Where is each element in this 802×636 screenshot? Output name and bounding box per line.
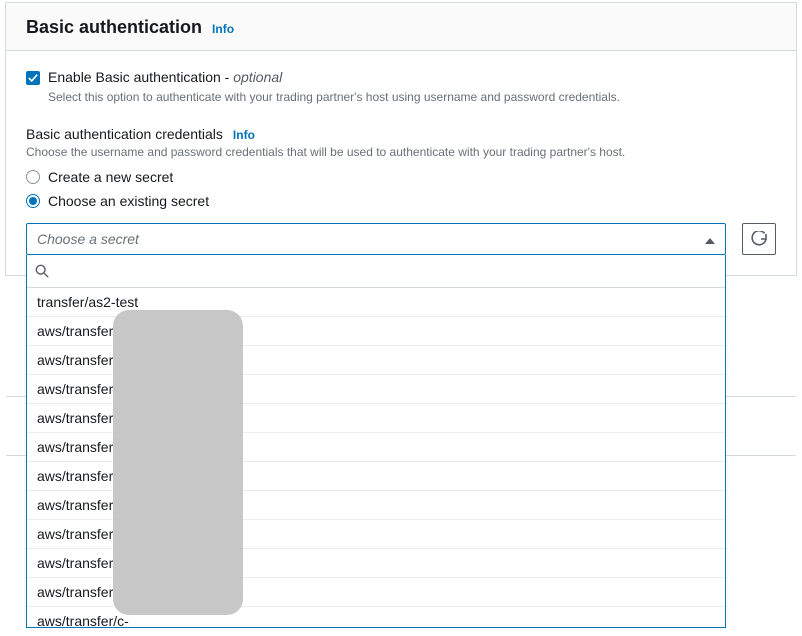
secret-select[interactable]: Choose a secret bbox=[26, 223, 726, 255]
radio-existing-label: Choose an existing secret bbox=[48, 193, 209, 209]
check-icon bbox=[28, 73, 38, 83]
radio-create-input[interactable] bbox=[26, 170, 40, 184]
search-icon bbox=[35, 264, 49, 278]
dropdown-search-input[interactable] bbox=[55, 260, 717, 282]
panel-header: Basic authentication Info bbox=[6, 3, 796, 51]
secret-select-placeholder: Choose a secret bbox=[37, 231, 139, 247]
radio-existing-secret[interactable]: Choose an existing secret bbox=[26, 193, 776, 209]
panel-body: Enable Basic authentication - optional S… bbox=[6, 51, 796, 275]
credentials-label: Basic authentication credentials bbox=[26, 126, 223, 142]
redaction-overlay bbox=[113, 310, 243, 615]
caret-up-icon bbox=[705, 231, 715, 247]
secret-select-wrapper: Choose a secret transfer/as2-testaws/tra… bbox=[26, 223, 726, 255]
panel-title: Basic authentication bbox=[26, 17, 202, 38]
credentials-help: Choose the username and password credent… bbox=[26, 144, 776, 161]
enable-help-text: Select this option to authenticate with … bbox=[48, 89, 776, 106]
radio-create-label: Create a new secret bbox=[48, 169, 173, 185]
dropdown-search-row bbox=[27, 255, 725, 287]
enable-basic-auth-row: Enable Basic authentication - optional bbox=[26, 69, 776, 85]
enable-basic-auth-label: Enable Basic authentication - optional bbox=[48, 69, 282, 85]
select-row: Choose a secret transfer/as2-testaws/tra… bbox=[26, 223, 776, 255]
enable-basic-auth-checkbox[interactable] bbox=[26, 71, 40, 85]
refresh-icon bbox=[751, 231, 767, 247]
credentials-label-row: Basic authentication credentials Info bbox=[26, 126, 776, 142]
radio-create-secret[interactable]: Create a new secret bbox=[26, 169, 776, 185]
info-link[interactable]: Info bbox=[212, 22, 234, 36]
refresh-button[interactable] bbox=[742, 223, 776, 255]
radio-existing-input[interactable] bbox=[26, 194, 40, 208]
credentials-info-link[interactable]: Info bbox=[233, 128, 255, 142]
basic-auth-panel: Basic authentication Info Enable Basic a… bbox=[5, 2, 797, 276]
